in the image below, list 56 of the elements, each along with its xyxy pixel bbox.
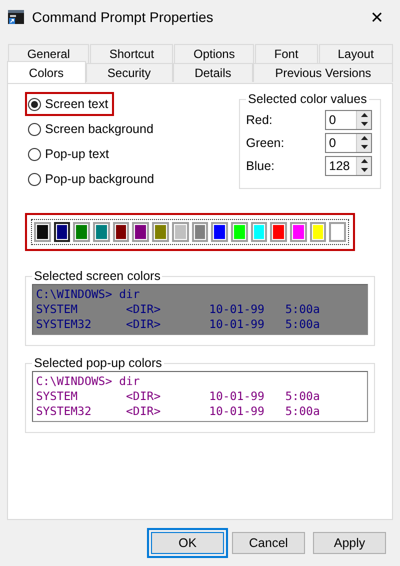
- console-line: C:\WINDOWS> dir: [36, 374, 141, 389]
- down-arrow-icon[interactable]: [360, 122, 368, 126]
- group-title: Selected pop-up colors: [33, 356, 163, 370]
- color-swatch[interactable]: [211, 222, 228, 242]
- up-arrow-icon[interactable]: [360, 113, 368, 117]
- dialog-button[interactable]: Cancel: [232, 532, 305, 554]
- up-arrow-icon[interactable]: [360, 159, 368, 163]
- color-swatch[interactable]: [250, 222, 268, 242]
- tab[interactable]: Font: [255, 44, 318, 63]
- color-swatch[interactable]: [73, 222, 90, 242]
- tab[interactable]: Options: [174, 44, 254, 63]
- number-spinner[interactable]: 0: [325, 132, 372, 152]
- radio-option[interactable]: Screen text: [25, 92, 114, 116]
- tab[interactable]: Shortcut: [90, 44, 174, 63]
- color-swatch[interactable]: [93, 222, 110, 242]
- tab[interactable]: General: [8, 44, 90, 63]
- field-label: Blue:: [246, 158, 274, 172]
- color-swatch[interactable]: [54, 222, 70, 242]
- group-title: Selected color values: [247, 92, 368, 106]
- console-icon: [8, 9, 24, 25]
- dialog-button[interactable]: Apply: [313, 532, 386, 554]
- color-swatch[interactable]: [290, 222, 307, 242]
- field-label: Green:: [246, 136, 284, 150]
- tab[interactable]: Colors: [7, 61, 86, 83]
- up-arrow-icon[interactable]: [360, 136, 368, 140]
- radio-option[interactable]: Screen background: [25, 117, 160, 141]
- window-title: Command Prompt Properties: [32, 9, 214, 25]
- radio-option[interactable]: Pop-up background: [25, 167, 160, 191]
- color-swatch[interactable]: [132, 222, 150, 242]
- down-arrow-icon[interactable]: [360, 168, 368, 172]
- down-arrow-icon[interactable]: [360, 145, 368, 149]
- color-swatch[interactable]: [172, 222, 188, 242]
- console-line: SYSTEM32 <DIR> 10-01-99 5:00a: [36, 317, 321, 332]
- console-line: SYSTEM <DIR> 10-01-99 5:00a: [36, 389, 321, 404]
- console-line: SYSTEM <DIR> 10-01-99 5:00a: [36, 302, 321, 317]
- tab[interactable]: Security: [86, 63, 173, 82]
- number-spinner[interactable]: 128: [325, 156, 372, 176]
- color-swatch[interactable]: [112, 222, 130, 242]
- color-swatch[interactable]: [230, 222, 248, 242]
- dialog-button[interactable]: OK: [147, 528, 228, 558]
- color-swatch[interactable]: [270, 222, 287, 242]
- color-swatch[interactable]: [34, 222, 51, 242]
- color-swatch[interactable]: [152, 222, 169, 242]
- number-spinner[interactable]: 0: [325, 110, 372, 130]
- field-label: Red:: [246, 112, 272, 126]
- radio-option[interactable]: Pop-up text: [25, 142, 115, 166]
- close-button[interactable]: ✕: [362, 2, 392, 32]
- color-swatch[interactable]: [329, 222, 346, 242]
- color-swatch[interactable]: [310, 222, 326, 242]
- group-title: Selected screen colors: [33, 269, 162, 283]
- color-swatch[interactable]: [192, 222, 208, 242]
- console-line: C:\WINDOWS> dir: [36, 287, 141, 302]
- tab[interactable]: Layout: [318, 44, 393, 63]
- tab[interactable]: Details: [172, 63, 254, 82]
- tab[interactable]: Previous Versions: [253, 63, 394, 82]
- console-line: SYSTEM32 <DIR> 10-01-99 5:00a: [36, 404, 321, 419]
